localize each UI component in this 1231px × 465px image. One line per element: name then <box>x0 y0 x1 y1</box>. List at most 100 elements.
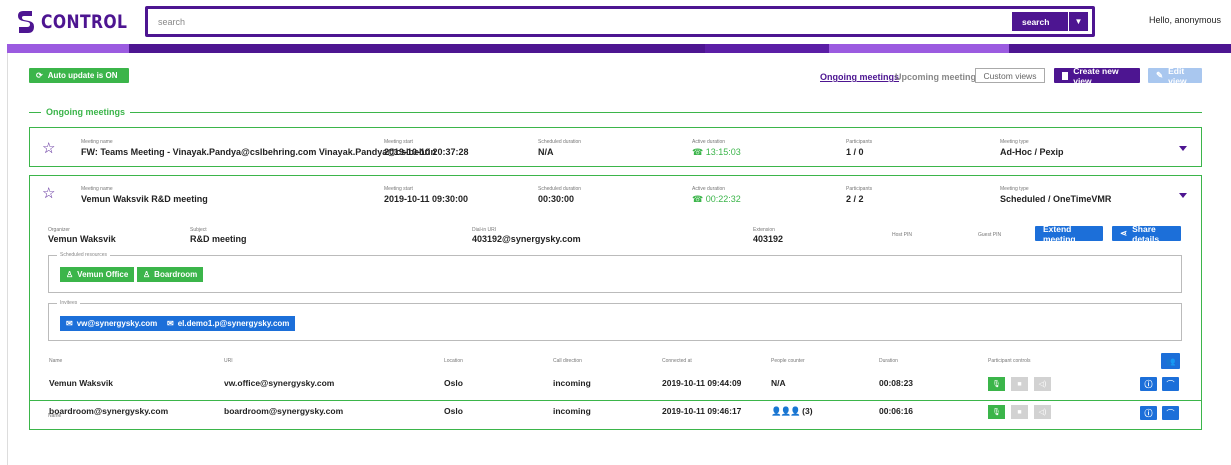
meeting-name-label: Meeting name <box>81 186 113 192</box>
meeting-start-label: Meeting start <box>384 139 413 145</box>
meeting-type: Ad-Hoc / Pexip <box>1000 147 1064 157</box>
active-duration-label: Active duration <box>692 186 726 192</box>
info-icon: ⓘ <box>1144 379 1153 389</box>
column-header-location: Location <box>444 358 463 364</box>
camera-toggle[interactable]: ■ <box>1011 377 1028 391</box>
main-panel: ⟳ Auto update is ON Ongoing meetings Upc… <box>7 53 1231 465</box>
microphone-toggle[interactable]: 🎙 <box>988 377 1005 391</box>
participant-connected-at: 2019-10-11 09:44:09 <box>662 378 742 388</box>
column-header-uri: URI <box>224 358 233 364</box>
person-icon: ♙ <box>66 270 74 279</box>
collapse-caret-icon[interactable] <box>1179 193 1187 198</box>
invitee-chip[interactable]: ✉ vw@synergysky.com <box>60 316 164 331</box>
microphone-toggle[interactable]: 🎙 <box>988 405 1005 419</box>
participant-connected-at: 2019-10-11 09:46:17 <box>662 406 742 416</box>
meeting-card[interactable]: ☆ Meeting name FW: Teams Meeting - Vinay… <box>29 127 1202 167</box>
participant-info-button[interactable]: ⓘ <box>1140 377 1157 391</box>
speaker-toggle[interactable]: ◁) <box>1034 377 1051 391</box>
extension-label: Extension <box>753 227 775 233</box>
participant-people-counter: N/A <box>771 378 786 388</box>
participant-uri: boardroom@synergysky.com <box>224 406 344 416</box>
column-header-people-counter: People counter <box>771 358 805 364</box>
resource-chip[interactable]: ♙ Vemun Office <box>60 267 135 282</box>
expand-caret-icon[interactable] <box>1179 146 1187 151</box>
host-pin-label: Host PIN <box>892 232 913 238</box>
favorite-star-icon[interactable]: ☆ <box>42 139 55 157</box>
extend-meeting-button[interactable]: Extend meeting <box>1035 224 1103 244</box>
meeting-card-expanded: ☆ Meeting name Vemun Waksvik R&D meeting… <box>29 175 1202 430</box>
resource-chip[interactable]: ♙ Boardroom <box>137 267 204 282</box>
hang-up-icon: ⌒ <box>1166 408 1175 418</box>
microphone-icon: 🎙 <box>992 409 1001 416</box>
logo-s-icon <box>18 11 34 33</box>
tab-upcoming-meetings[interactable]: Upcoming meetings <box>895 72 981 82</box>
organizer: Vemun Waksvik <box>48 234 116 244</box>
hang-up-icon: ⌒ <box>1166 379 1175 389</box>
people-icon: 👤👤👤 <box>771 406 801 416</box>
scheduled-duration-label: Scheduled duration <box>538 139 582 145</box>
participant-duration: 00:08:23 <box>879 378 914 388</box>
meeting-name-label: Meeting name <box>81 139 113 145</box>
custom-views-dropdown[interactable]: Custom views <box>975 68 1045 83</box>
participant-location: Oslo <box>444 406 463 416</box>
info-icon: ⓘ <box>1144 408 1153 418</box>
section-title: Ongoing meetings <box>41 107 131 117</box>
participant-people-counter: 👤👤👤 (3) <box>771 406 813 417</box>
section-divider <box>29 112 1202 113</box>
envelope-icon: ✉ <box>167 319 174 328</box>
envelope-icon: ✉ <box>66 319 73 328</box>
search-options-dropdown[interactable]: ▼ <box>1068 12 1088 31</box>
column-header-connected-at: Connected at <box>662 358 692 364</box>
row-divider <box>29 400 1202 401</box>
top-header: CONTROL search ▼ Hello, anonymous <box>0 0 1231 44</box>
person-icon: ♙ <box>143 270 151 279</box>
participant-call-direction: incoming <box>553 378 591 388</box>
search-bar: search ▼ <box>145 6 1095 37</box>
meeting-type-label: Meeting type <box>1000 139 1029 145</box>
group-icon: 👥 <box>1165 356 1176 366</box>
camera-icon: ■ <box>1017 380 1022 388</box>
participant-location: Oslo <box>444 378 463 388</box>
participant-info-button[interactable]: ⓘ <box>1140 406 1157 420</box>
search-button[interactable]: search <box>1012 12 1068 31</box>
guest-pin-label: Guest PIN <box>978 232 1002 238</box>
search-input[interactable] <box>158 15 1018 29</box>
subject-label: Subject <box>190 227 207 233</box>
favorite-star-icon[interactable]: ☆ <box>42 184 55 202</box>
hang-up-button[interactable]: ⌒ <box>1162 377 1179 391</box>
invitee-chip[interactable]: ✉ el.demo1.p@synergysky.com <box>161 316 296 331</box>
meeting-start: 2019-10-10 20:37:28 <box>384 147 469 157</box>
edit-view-button[interactable]: ✎ Edit view <box>1148 66 1202 86</box>
share-details-button[interactable]: ⋖ Share details <box>1112 223 1181 244</box>
microphone-icon: 🎙 <box>992 381 1001 388</box>
add-participant-button[interactable]: 👥 <box>1161 353 1180 369</box>
hang-up-button[interactable]: ⌒ <box>1162 406 1179 420</box>
meeting-type: Scheduled / OneTimeVMR <box>1000 194 1112 204</box>
auto-update-label: Auto update is ON <box>47 71 118 80</box>
resource-name: Boardroom <box>154 270 198 279</box>
meeting-name: Vemun Waksvik R&D meeting <box>81 194 208 204</box>
invitee-email: el.demo1.p@synergysky.com <box>177 319 290 328</box>
participant-name: boardroom@synergysky.com <box>49 406 169 416</box>
participant-name: Vemun Waksvik <box>49 378 113 388</box>
share-details-label: Share details <box>1132 223 1160 244</box>
participant-call-direction: incoming <box>553 406 591 416</box>
scheduled-resources-legend: Scheduled resources <box>57 252 110 258</box>
tab-ongoing-meetings[interactable]: Ongoing meetings <box>820 72 899 82</box>
auto-update-toggle[interactable]: ⟳ Auto update is ON <box>29 68 129 83</box>
active-duration: ☎ 00:22:32 <box>692 194 741 205</box>
invitees-legend: Invitees <box>57 300 81 306</box>
create-new-view-button[interactable]: Create new view <box>1054 65 1140 86</box>
caret-down-icon: ▼ <box>1074 17 1083 26</box>
active-duration-value: 00:22:32 <box>705 194 741 204</box>
active-duration-value: 13:15:03 <box>705 147 741 157</box>
create-view-label: Create new view <box>1073 65 1119 86</box>
speaker-toggle[interactable]: ◁) <box>1034 405 1051 419</box>
column-header-participant-controls: Participant controls <box>988 358 1031 364</box>
pencil-icon: ✎ <box>1156 70 1164 80</box>
app-logo[interactable]: CONTROL <box>17 8 146 36</box>
active-duration: ☎ 13:15:03 <box>692 147 741 158</box>
camera-toggle[interactable]: ■ <box>1011 405 1028 419</box>
user-greeting[interactable]: Hello, anonymous <box>1149 15 1221 25</box>
refresh-icon: ⟳ <box>36 71 43 80</box>
